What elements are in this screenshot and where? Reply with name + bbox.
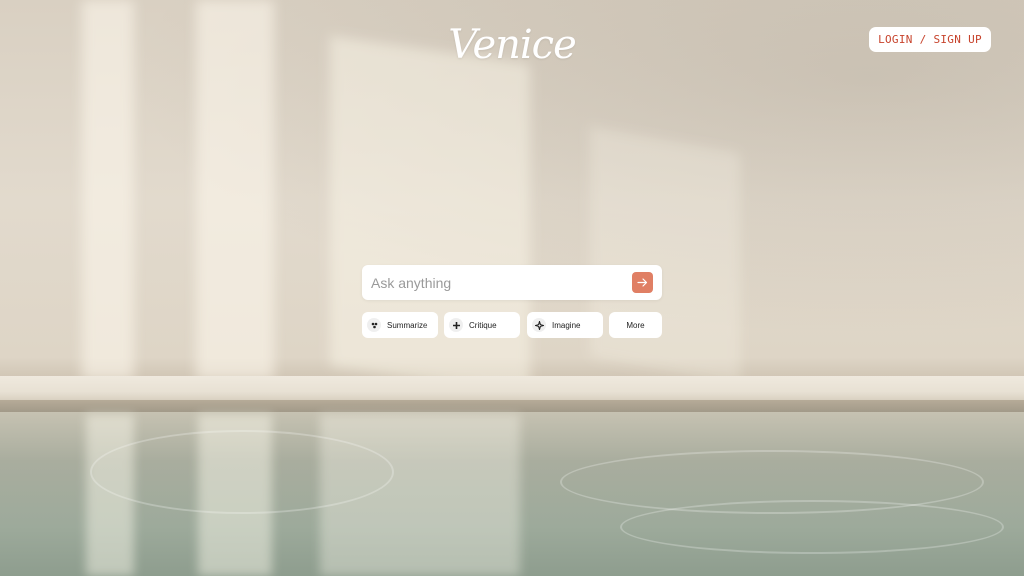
arrow-right-icon (637, 278, 648, 287)
submit-button[interactable] (632, 272, 653, 293)
search-bar (362, 265, 662, 300)
chip-label: Critique (469, 320, 497, 330)
chip-imagine[interactable]: Imagine (527, 312, 603, 338)
chip-more[interactable]: More (609, 312, 662, 338)
sparkle-icon (532, 318, 546, 332)
light-shaft (82, 0, 134, 380)
search-input[interactable] (371, 265, 626, 300)
chip-label: Imagine (552, 320, 581, 330)
venice-logo[interactable]: Venice (430, 22, 594, 68)
light-shaft (196, 0, 274, 380)
chip-label: More (626, 320, 645, 330)
login-signup-button[interactable]: LOGIN / SIGN UP (869, 27, 991, 52)
water-ripple (90, 430, 394, 514)
chip-critique[interactable]: Critique (444, 312, 520, 338)
plus-icon (449, 318, 463, 332)
light-shaft (590, 126, 740, 384)
chip-label: Summarize (387, 320, 428, 330)
water-ripple (620, 500, 1004, 554)
pool-ledge (0, 376, 1024, 402)
light-shaft (330, 35, 530, 395)
summarize-icon (367, 318, 381, 332)
pool-ledge-edge (0, 400, 1024, 412)
chip-summarize[interactable]: Summarize (362, 312, 438, 338)
suggestion-chips: Summarize Critique Imagine More (362, 312, 662, 338)
